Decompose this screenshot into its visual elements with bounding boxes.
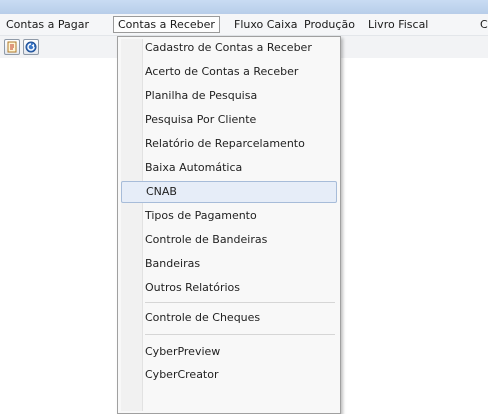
menu-c[interactable]: C xyxy=(476,16,488,33)
document-button[interactable] xyxy=(4,39,20,55)
menu-item-bandeiras[interactable]: Bandeiras xyxy=(121,253,337,275)
menu-bar: Contas a Pagar Contas a Receber Fluxo Ca… xyxy=(0,14,488,36)
menu-separator xyxy=(145,302,335,303)
menu-contas-a-pagar[interactable]: Contas a Pagar xyxy=(2,16,93,33)
menu-item-cnab[interactable]: CNAB xyxy=(121,181,337,203)
menu-item-controle-bandeiras[interactable]: Controle de Bandeiras xyxy=(121,229,337,251)
refresh-button[interactable] xyxy=(23,39,39,55)
menu-fluxo-caixa[interactable]: Fluxo Caixa xyxy=(230,16,301,33)
menu-item-planilha-pesquisa[interactable]: Planilha de Pesquisa xyxy=(121,85,337,107)
contas-a-receber-dropdown: Cadastro de Contas a Receber Acerto de C… xyxy=(117,36,341,414)
menu-item-outros-relatorios[interactable]: Outros Relatórios xyxy=(121,277,337,299)
menu-item-cybercreator[interactable]: CyberCreator xyxy=(121,364,337,386)
window-title-strip xyxy=(0,0,488,14)
menu-contas-a-receber[interactable]: Contas a Receber xyxy=(113,16,220,33)
menu-item-cadastro-contas-receber[interactable]: Cadastro de Contas a Receber xyxy=(121,37,337,59)
menu-item-tipos-pagamento[interactable]: Tipos de Pagamento xyxy=(121,205,337,227)
menu-livro-fiscal[interactable]: Livro Fiscal xyxy=(364,16,432,33)
menu-separator xyxy=(145,334,335,335)
menu-item-relatorio-reparcelamento[interactable]: Relatório de Reparcelamento xyxy=(121,133,337,155)
document-icon xyxy=(7,41,17,53)
menu-item-pesquisa-por-cliente[interactable]: Pesquisa Por Cliente xyxy=(121,109,337,131)
menu-item-baixa-automatica[interactable]: Baixa Automática xyxy=(121,157,337,179)
menu-item-acerto-contas-receber[interactable]: Acerto de Contas a Receber xyxy=(121,61,337,83)
menu-item-cyberpreview[interactable]: CyberPreview xyxy=(121,341,337,363)
menu-item-controle-cheques[interactable]: Controle de Cheques xyxy=(121,307,337,329)
refresh-icon xyxy=(25,41,37,53)
menu-producao[interactable]: Produção xyxy=(300,16,359,33)
